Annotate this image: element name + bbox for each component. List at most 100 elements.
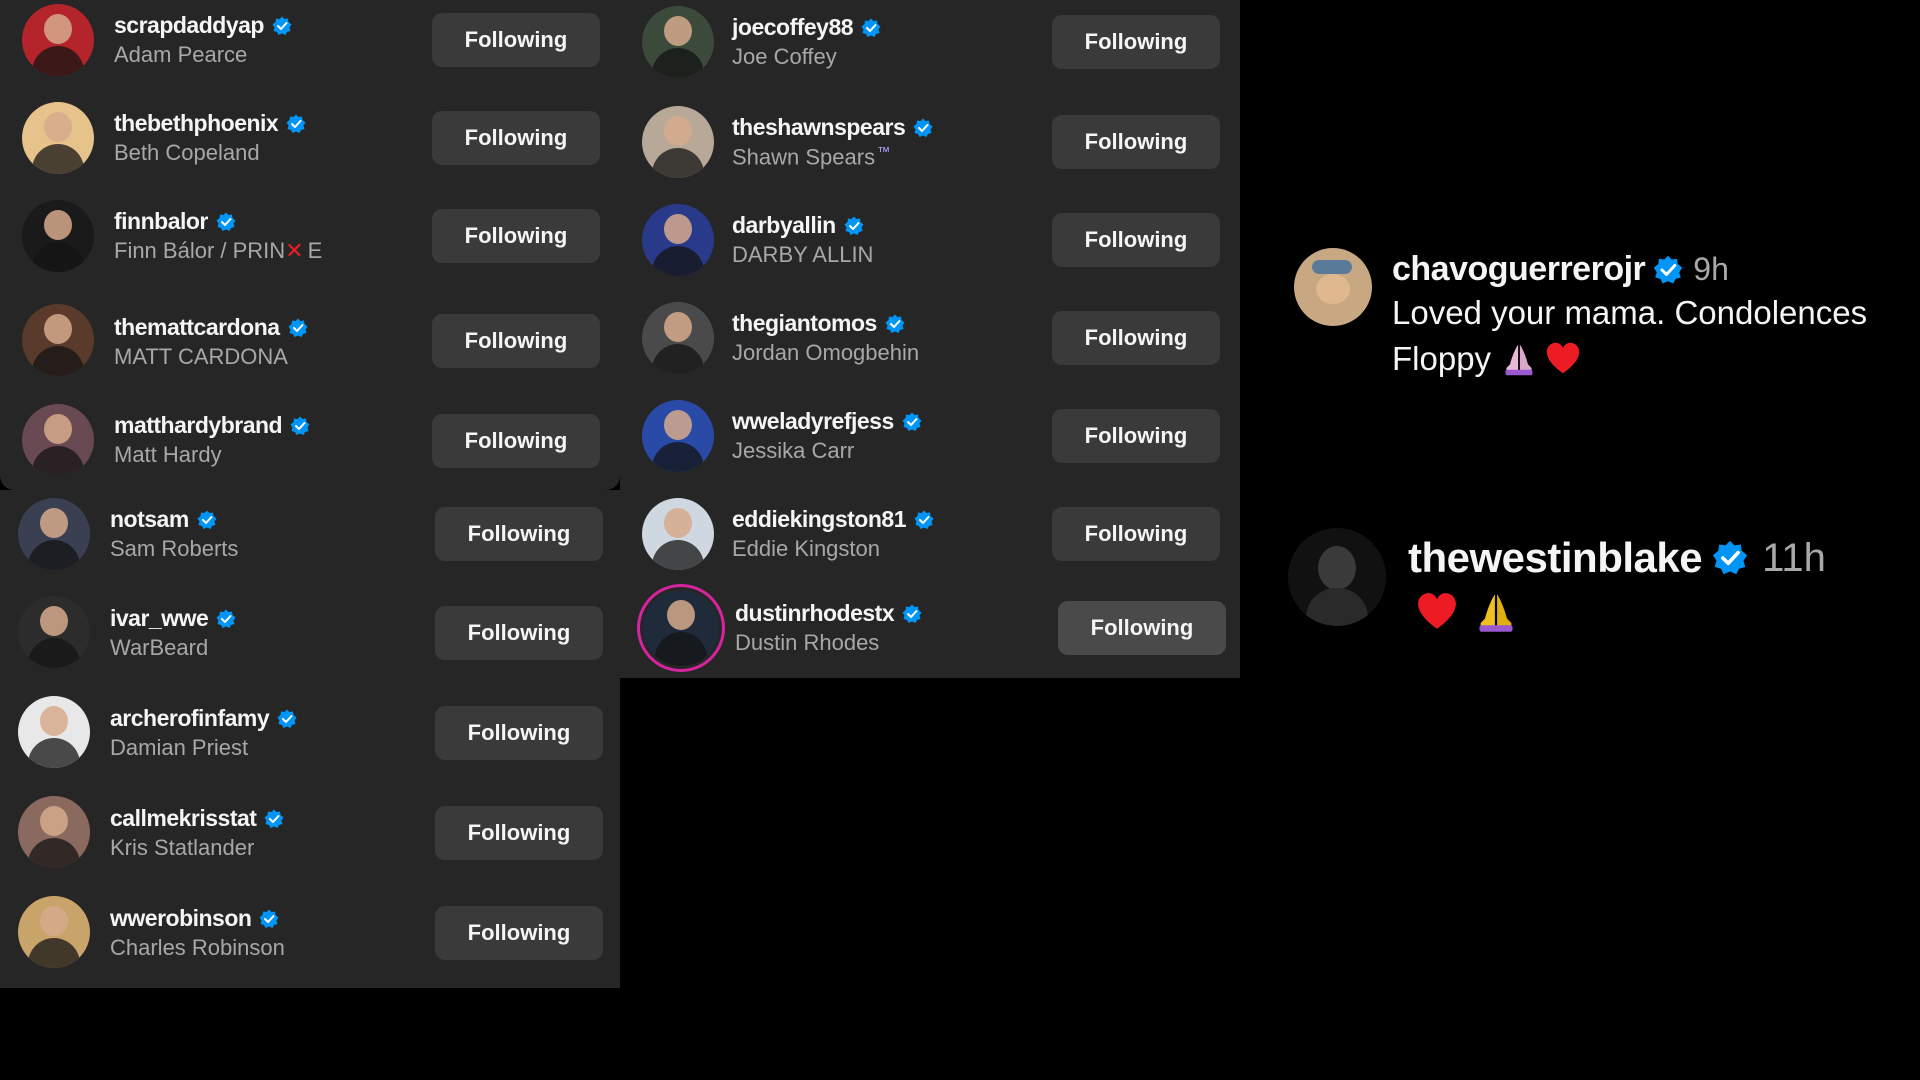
comment-timestamp: 11h [1762,535,1826,580]
list-item[interactable]: themattcardona MATT CARDONA Following [0,294,620,392]
following-button[interactable]: Following [1052,213,1220,267]
list-item[interactable]: wwerobinson Charles Robinson Following [0,890,620,988]
avatar[interactable] [642,400,714,472]
username[interactable]: eddiekingston81 [732,506,906,533]
cross-mark-icon: ✕ [285,238,304,263]
username[interactable]: ivar_wwe [110,605,209,632]
avatar[interactable] [18,596,90,668]
following-button[interactable]: Following [435,806,603,860]
following-button[interactable]: Following [435,706,603,760]
username[interactable]: notsam [110,506,189,533]
verified-badge-icon [902,412,922,431]
username[interactable]: darbyallin [732,212,836,239]
following-button[interactable]: Following [432,314,600,368]
following-button[interactable]: Following [432,414,600,468]
avatar[interactable] [18,696,90,768]
list-item[interactable]: scrapdaddyap Adam Pearce Following [0,0,620,98]
full-name: Beth Copeland [114,140,260,165]
list-item[interactable]: joecoffey88 Joe Coffey Following [620,0,1240,98]
full-name: Sam Roberts [110,536,239,561]
full-name: Charles Robinson [110,935,285,960]
list-item[interactable]: theshawnspears Shawn Spears ™ Following [620,98,1240,196]
avatar[interactable] [642,6,714,78]
verified-badge-icon [914,510,934,529]
list-item[interactable]: dustinrhodestx Dustin Rhodes Following [620,580,1240,678]
verified-badge-icon [264,809,284,828]
avatar[interactable] [1294,248,1372,326]
list-item[interactable]: ivar_wwe WarBeard Following [0,590,620,688]
username[interactable]: archerofinfamy [110,705,270,732]
avatar[interactable] [1288,528,1386,626]
verified-badge-icon [272,16,292,35]
following-list-panel-b: notsam Sam Roberts Following ivar_wwe Wa… [0,490,620,988]
comment-text-line1: Loved your mama. Condolences [1392,294,1868,331]
list-item[interactable]: eddiekingston81 Eddie Kingston Following [620,490,1240,588]
full-name: Dustin Rhodes [735,630,880,655]
avatar[interactable] [18,896,90,968]
username[interactable]: theshawnspears [732,114,906,141]
following-button[interactable]: Following [1052,507,1220,561]
avatar[interactable] [22,102,94,174]
list-item[interactable]: thegiantomos Jordan Omogbehin Following [620,294,1240,392]
list-item[interactable]: thebethphoenix Beth Copeland Following [0,98,620,196]
list-item[interactable]: wweladyrefjess Jessika Carr Following [620,392,1240,490]
username[interactable]: scrapdaddyap [114,12,264,39]
avatar[interactable] [18,796,90,868]
avatar[interactable] [642,106,714,178]
following-list-panel-a: scrapdaddyap Adam Pearce Following thebe… [0,0,620,490]
following-button[interactable]: Following [1052,15,1220,69]
verified-badge-icon [259,909,279,928]
avatar[interactable] [642,498,714,570]
following-list-panel-c: joecoffey88 Joe Coffey Following theshaw… [620,0,1240,678]
following-button[interactable]: Following [432,111,600,165]
username[interactable]: callmekrisstat [110,805,257,832]
list-item[interactable]: notsam Sam Roberts Following [0,490,620,588]
following-button[interactable]: Following [435,906,603,960]
heart-icon [1418,593,1456,629]
full-name: Damian Priest [110,735,249,760]
username[interactable]: finnbalor [114,208,208,235]
comment-username[interactable]: chavoguerrerojr [1392,250,1646,289]
avatar[interactable] [643,590,719,666]
username[interactable]: wweladyrefjess [732,408,894,435]
verified-badge-icon [913,118,933,137]
username[interactable]: dustinrhodestx [735,600,895,627]
comment-timestamp: 9h [1693,251,1729,287]
avatar[interactable] [642,302,714,374]
full-name: Adam Pearce [114,42,248,67]
following-button[interactable]: Following [432,209,600,263]
avatar[interactable] [22,4,94,76]
list-item[interactable]: archerofinfamy Damian Priest Following [0,690,620,788]
avatar[interactable] [18,498,90,570]
list-item[interactable]: finnbalor Finn Bálor / PRIN✕ E Following [0,196,620,294]
verified-badge-icon [277,709,297,728]
following-button[interactable]: Following [1052,311,1220,365]
full-name: DARBY ALLIN [732,242,874,267]
avatar[interactable] [22,404,94,476]
username[interactable]: thebethphoenix [114,110,279,137]
username[interactable]: themattcardona [114,314,280,341]
comment-text-line2: Floppy [1392,340,1492,377]
username[interactable]: wwerobinson [110,905,252,932]
username[interactable]: matthardybrand [114,412,283,439]
following-button[interactable]: Following [1058,601,1226,655]
full-name: Joe Coffey [732,44,837,69]
following-button[interactable]: Following [435,507,603,561]
list-item[interactable]: matthardybrand Matt Hardy Following [0,392,620,490]
avatar[interactable] [22,304,94,376]
avatar[interactable] [22,200,94,272]
username[interactable]: thegiantomos [732,310,877,337]
trademark-mark: ™ [877,144,891,159]
full-name: Finn Bálor / PRIN✕ E [114,238,323,263]
full-name: Eddie Kingston [732,536,880,561]
verified-badge-icon [861,18,881,37]
list-item[interactable]: darbyallin DARBY ALLIN Following [620,196,1240,294]
avatar[interactable] [642,204,714,276]
following-button[interactable]: Following [432,13,600,67]
following-button[interactable]: Following [1052,115,1220,169]
username[interactable]: joecoffey88 [732,14,854,41]
list-item[interactable]: callmekrisstat Kris Statlander Following [0,790,620,888]
following-button[interactable]: Following [1052,409,1220,463]
comment-username[interactable]: thewestinblake [1408,534,1703,582]
following-button[interactable]: Following [435,606,603,660]
